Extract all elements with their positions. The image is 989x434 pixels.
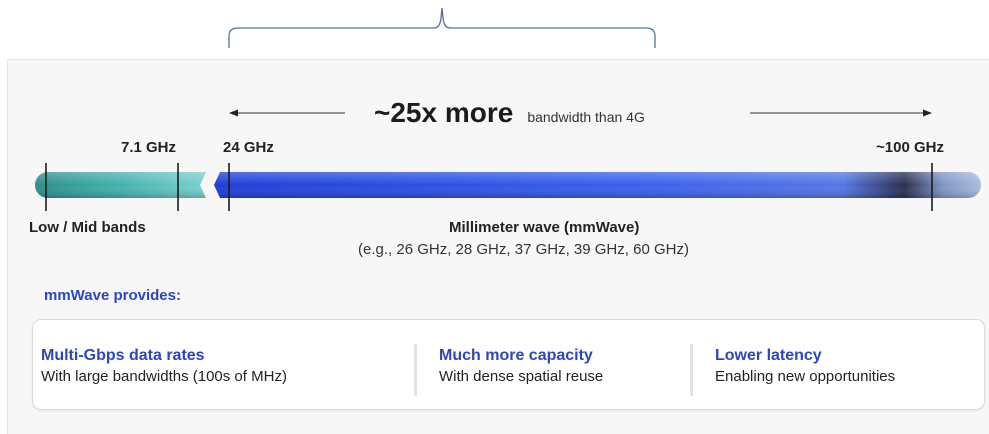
- mmwave-label: Millimeter wave (mmWave): [449, 219, 640, 236]
- feature-capacity: Much more capacity With dense spatial re…: [439, 346, 603, 388]
- feature-divider: [414, 344, 417, 396]
- features-card: Multi-Gbps data rates With large bandwid…: [32, 319, 985, 410]
- feature-title: Lower latency: [715, 347, 822, 364]
- low-mid-bands-label: Low / Mid bands: [29, 219, 146, 236]
- feature-title: Much more capacity: [439, 347, 593, 364]
- spectrum-bar: [35, 163, 981, 211]
- feature-latency: Lower latency Enabling new opportunities: [715, 346, 895, 388]
- mmwave-examples: (e.g., 26 GHz, 28 GHz, 37 GHz, 39 GHz, 6…: [358, 241, 689, 258]
- freq-label-7-1: 7.1 GHz: [121, 139, 177, 156]
- feature-desc: Enabling new opportunities: [715, 368, 896, 385]
- freq-label-24: 24 GHz: [223, 139, 274, 156]
- feature-title: Multi-Gbps data rates: [41, 347, 205, 364]
- bandwidth-multiplier: ~25x more: [374, 97, 514, 128]
- freq-label-100: ~100 GHz: [876, 139, 944, 156]
- bandwidth-suffix: bandwidth than 4G: [527, 109, 645, 125]
- bandwidth-headline: ~25x more bandwidth than 4G: [0, 95, 989, 135]
- feature-data-rates: Multi-Gbps data rates With large bandwid…: [41, 346, 287, 388]
- feature-desc: With dense spatial reuse: [439, 368, 604, 385]
- mmwave-provides-title: mmWave provides:: [44, 287, 181, 304]
- feature-divider: [690, 344, 693, 396]
- feature-desc: With large bandwidths (100s of MHz): [41, 368, 287, 385]
- top-brace: [228, 7, 656, 48]
